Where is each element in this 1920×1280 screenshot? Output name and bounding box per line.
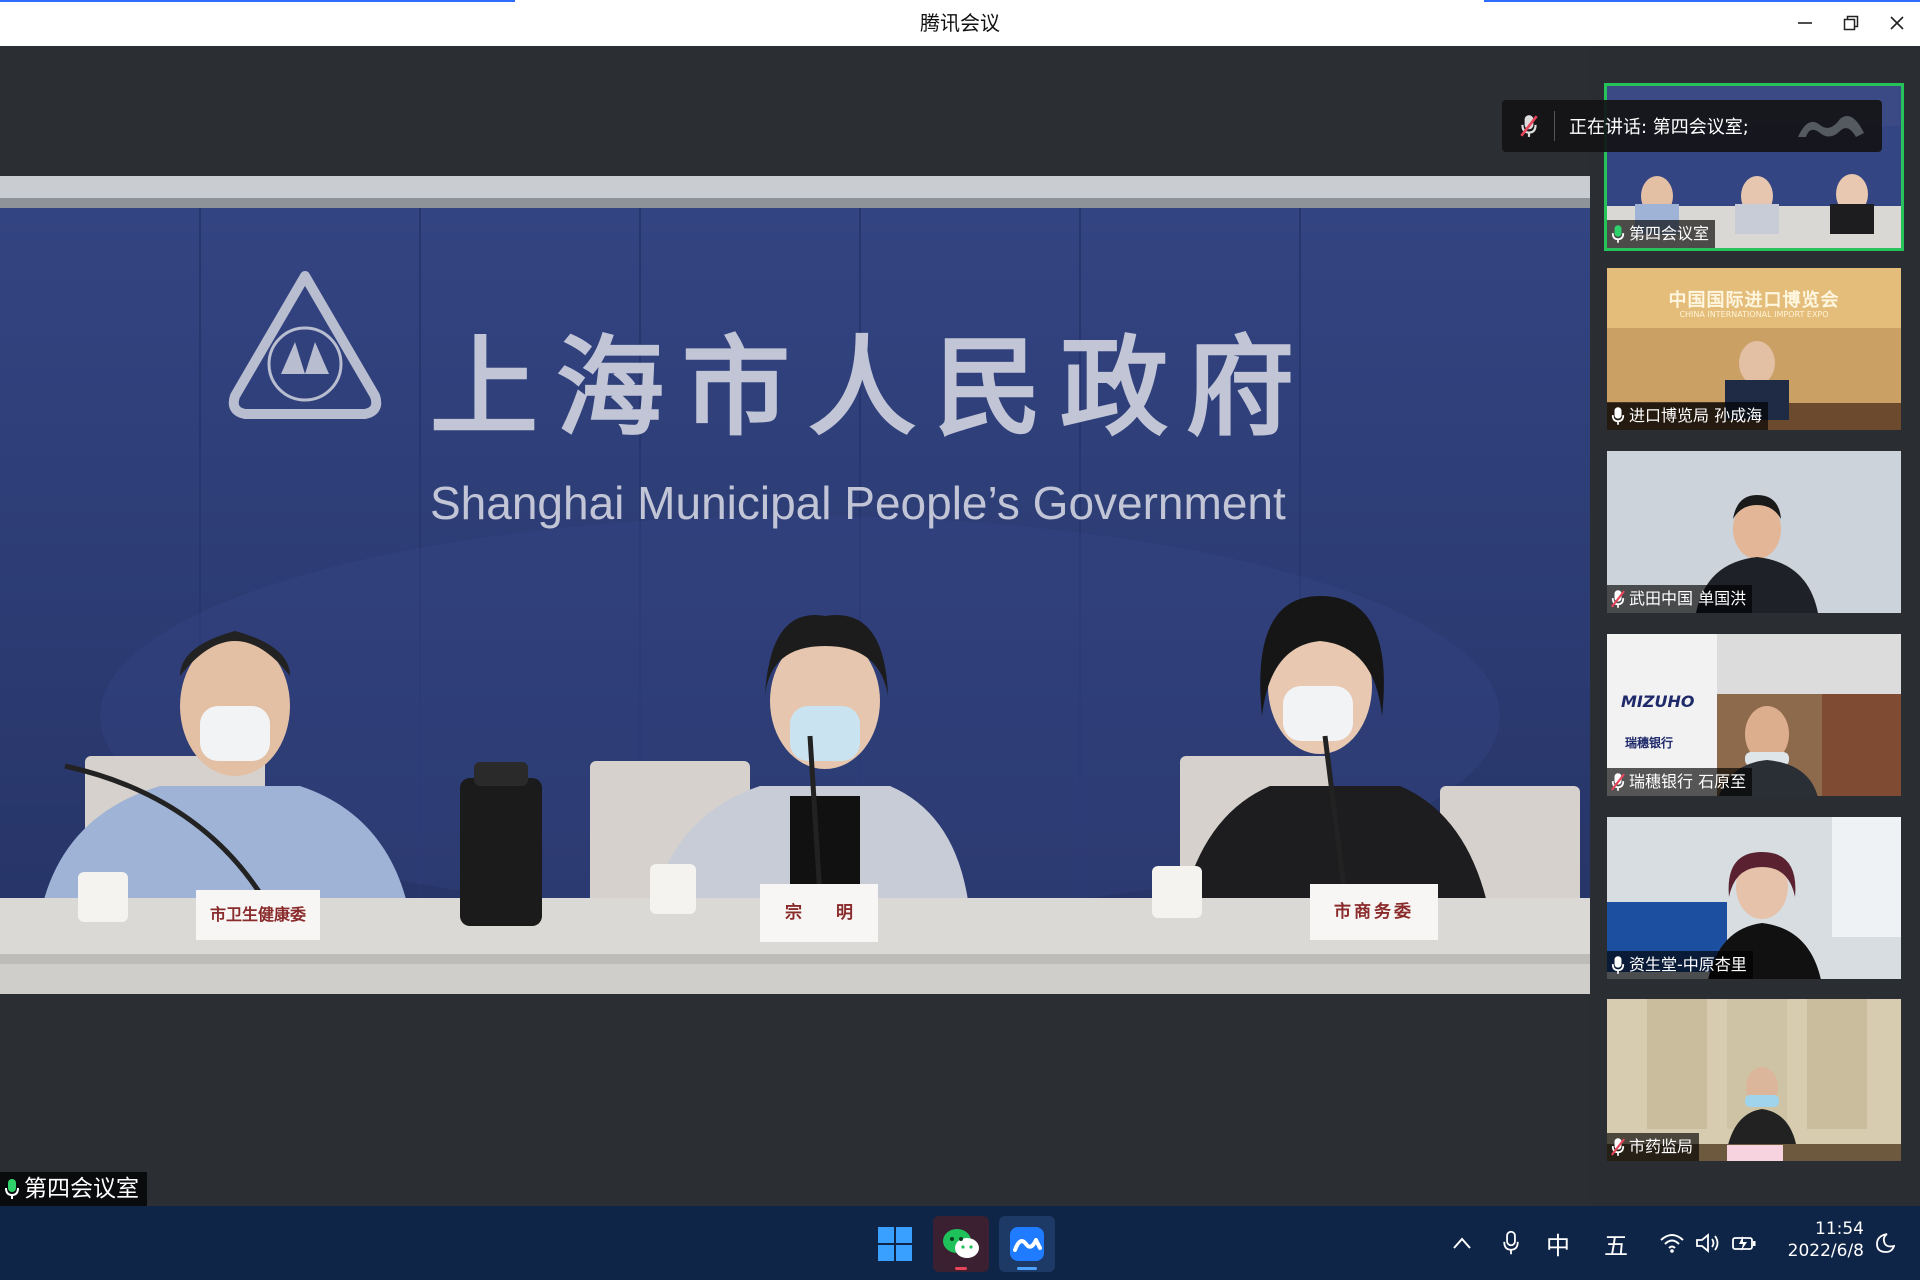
mic-muted-icon	[1611, 773, 1625, 791]
window-title: 腾讯会议	[920, 11, 1000, 35]
mic-muted-icon	[1611, 590, 1625, 608]
participant-name: 第四会议室	[1629, 224, 1710, 243]
main-video-frame: 上海市人民政府 Shanghai Municipal People’s Gove…	[0, 176, 1590, 1116]
wechat-notification-indicator	[955, 1267, 967, 1270]
minimize-icon	[1798, 22, 1812, 24]
main-speaker-name: 第四会议室	[24, 1176, 139, 1202]
moon-icon	[1876, 1233, 1895, 1253]
mic-icon	[1611, 956, 1625, 974]
participant-sidebar: 第四会议室 中国国际进口博览会 CHINA INTERNATIONAL IMPO…	[1590, 46, 1920, 1206]
participant-label: 瑞穗银行 石原至	[1607, 768, 1753, 796]
mic-muted-icon[interactable]	[1518, 114, 1540, 138]
microphone-icon	[1503, 1230, 1519, 1255]
participant-name: 资生堂-中原杏里	[1629, 955, 1747, 974]
close-icon	[1890, 16, 1904, 30]
tray-wifi-button[interactable]	[1654, 1206, 1690, 1280]
restore-icon	[1843, 15, 1859, 31]
tray-battery-button[interactable]	[1726, 1206, 1762, 1280]
wifi-icon	[1660, 1234, 1684, 1253]
nameplate-right: 市商务委	[1334, 902, 1414, 922]
taskbar-wechat[interactable]	[933, 1216, 989, 1272]
windows-icon	[878, 1227, 912, 1261]
participant-label: 进口博览局 孙成海	[1607, 402, 1769, 430]
participant-tile[interactable]: 武田中国 单国洪	[1604, 448, 1904, 616]
mic-muted-icon	[1611, 1138, 1625, 1156]
clock-time: 11:54	[1815, 1219, 1864, 1239]
participant-label: 资生堂-中原杏里	[1607, 951, 1753, 979]
battery-charging-icon	[1732, 1236, 1756, 1251]
chevron-up-icon	[1453, 1237, 1471, 1249]
restore-button[interactable]	[1828, 0, 1874, 46]
participant-name: 武田中国 单国洪	[1629, 589, 1747, 608]
backdrop-sign: 中国国际进口博览会	[1668, 290, 1840, 311]
clock-date: 2022/6/8	[1787, 1241, 1864, 1261]
nameplate-left: 市卫生健康委	[209, 905, 306, 924]
title-bar: 腾讯会议	[0, 0, 1920, 47]
participant-label: 市药监局	[1607, 1133, 1700, 1161]
speaker-icon	[1696, 1233, 1719, 1253]
main-speaker-label: 第四会议室	[0, 1172, 147, 1206]
participant-name: 市药监局	[1629, 1137, 1694, 1156]
participant-brand-cn: 瑞穗银行	[1625, 736, 1674, 750]
mic-icon	[1611, 407, 1625, 425]
main-video-area[interactable]: 上海市人民政府 Shanghai Municipal People’s Gove…	[0, 46, 1590, 1206]
participant-label: 武田中国 单国洪	[1607, 585, 1753, 613]
show-hidden-icons-button[interactable]	[1444, 1206, 1480, 1280]
tencent-meeting-icon	[1010, 1227, 1044, 1261]
speaking-separator	[1554, 111, 1555, 141]
mic-icon	[5, 1179, 19, 1199]
participant-tile[interactable]: 中国国际进口博览会 CHINA INTERNATIONAL IMPORT EXP…	[1604, 265, 1904, 433]
taskbar: 中 五 11:54 2022/6/8	[0, 1206, 1920, 1280]
tray-volume-button[interactable]	[1690, 1206, 1726, 1280]
active-app-indicator	[1017, 1267, 1037, 1270]
participant-name: 进口博览局 孙成海	[1629, 406, 1763, 425]
speaking-indicator: 正在讲话: 第四会议室;	[1502, 100, 1882, 152]
app-logo-icon	[1798, 116, 1864, 137]
start-button[interactable]	[867, 1216, 923, 1272]
tray-mic-button[interactable]	[1494, 1206, 1528, 1280]
mic-icon	[1611, 225, 1625, 243]
backdrop-title-cn: 上海市人民政府	[430, 325, 1313, 451]
taskbar-clock[interactable]: 11:54 2022/6/8	[1788, 1218, 1864, 1262]
participant-tile[interactable]: MIZUHO 瑞穗银行 瑞穗银行 石原至	[1604, 631, 1904, 799]
close-button[interactable]	[1874, 0, 1920, 46]
backdrop-sign-en: CHINA INTERNATIONAL IMPORT EXPO	[1679, 310, 1829, 319]
speaking-text: 正在讲话: 第四会议室;	[1569, 117, 1749, 138]
ime-mode[interactable]: 五	[1596, 1206, 1636, 1280]
ime-language[interactable]: 中	[1538, 1206, 1578, 1280]
backdrop-title-en: Shanghai Municipal People’s Government	[430, 477, 1286, 529]
participant-tile[interactable]: 资生堂-中原杏里	[1604, 814, 1904, 982]
participant-label: 第四会议室	[1607, 220, 1716, 248]
participant-name: 瑞穗银行 石原至	[1629, 772, 1747, 791]
participant-brand: MIZUHO	[1621, 692, 1695, 711]
taskbar-tencent-meeting[interactable]	[999, 1216, 1055, 1272]
minimize-button[interactable]	[1782, 0, 1828, 46]
wechat-icon	[943, 1229, 979, 1258]
focus-assist-button[interactable]	[1864, 1206, 1904, 1280]
nameplate-center: 宗 明	[785, 903, 853, 923]
participant-tile[interactable]: 市药监局	[1604, 996, 1904, 1164]
